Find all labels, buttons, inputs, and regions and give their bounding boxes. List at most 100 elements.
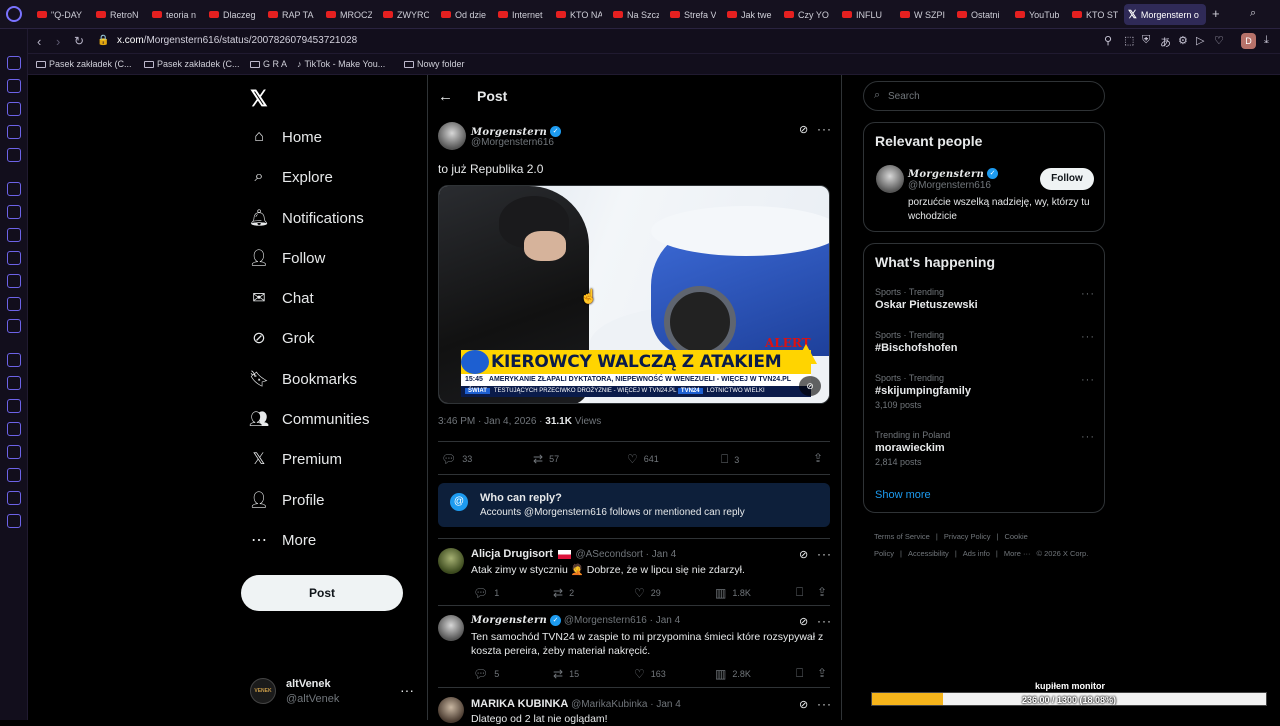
trend-name[interactable]: Oskar Pietuszewski [875,299,978,311]
like-button[interactable]: ♡ 163 [634,667,666,681]
search-tabs-icon[interactable]: ⌕ [1250,7,1256,20]
tab[interactable]: KTO NA [552,4,602,25]
shield-icon[interactable]: ⛨ [1142,34,1150,47]
sidebar-app-icon[interactable] [7,514,21,528]
nav-item-follow[interactable]: 👤︎ Follow [249,245,326,271]
account-name[interactable]: altVenek [286,678,331,690]
tab[interactable]: RetroN [92,4,142,25]
share-button[interactable]: ⇪ [817,585,827,599]
reply-button[interactable]: 💬︎ 33 [441,452,472,466]
player-icon[interactable]: ▷ [1196,34,1204,47]
back-arrow-icon[interactable]: ← [438,88,453,105]
footer-link[interactable]: Ads info [963,549,990,558]
tab[interactable]: INFLU [838,4,888,25]
x-logo-icon[interactable]: 𝕏 [250,86,268,112]
trend-more-icon[interactable]: ··· [1081,374,1095,386]
tab[interactable]: teoria n [148,4,198,25]
trend-name[interactable]: morawieckim [875,442,945,454]
sidebar-app-icon[interactable] [7,274,21,288]
tab[interactable]: Jak twe [723,4,773,25]
follow-button[interactable]: Follow [1040,168,1094,190]
author-avatar[interactable] [438,122,466,150]
tab[interactable]: Ostatni [953,4,1003,25]
account-more-icon[interactable]: ··· [400,682,414,698]
nav-item-premium[interactable]: 𝕏 Premium [250,446,342,472]
author-handle[interactable]: @Morgenstern616 [471,137,554,148]
views-button[interactable]: ▥ 2.8K [715,667,751,681]
tab[interactable]: W SZPI [896,4,946,25]
footer-link[interactable]: © 2026 X Corp. [1037,549,1089,558]
more-options-icon[interactable]: ··· [817,697,832,711]
sidebar-app-icon[interactable] [7,376,21,390]
url-field[interactable]: x.com/Morgenstern616/status/200782607945… [117,35,357,46]
show-more-link[interactable]: Show more [875,489,931,501]
reload-icon[interactable]: ↻ [74,34,84,48]
tab-active[interactable]: 𝕏 Morgenstern o [1124,4,1206,25]
bookmark-folder[interactable]: G R A [250,59,287,69]
tab[interactable]: "Q-DAY [33,4,83,25]
nav-item-grok[interactable]: ⊘ Grok [250,325,314,351]
share-button[interactable]: ⇪ [817,666,827,680]
sidebar-app-icon[interactable] [7,251,21,265]
back-icon[interactable]: ‹ [37,34,41,49]
account-avatar[interactable]: VENEK [250,678,276,704]
more-options-icon[interactable]: ··· [817,547,832,561]
profile-avatar[interactable]: D [1241,33,1256,49]
pin-icon[interactable]: ⚲ [1104,34,1112,47]
reply-button[interactable]: 💬︎ 1 [473,586,499,600]
repost-button[interactable]: ⇄ 57 [533,452,559,466]
bookmark-link[interactable]: ♪ TikTok - Make You... [297,59,385,69]
reply-button[interactable]: 💬︎ 5 [473,667,499,681]
sidebar-app-icon[interactable] [7,468,21,482]
tab[interactable]: YouTub [1011,4,1061,25]
reply-avatar[interactable] [438,548,464,574]
trend-more-icon[interactable]: ··· [1081,331,1095,343]
reply-avatar[interactable] [438,697,464,723]
sidebar-app-icon[interactable] [7,102,21,116]
bookmark-button[interactable]: ⎕ [796,585,803,600]
trend-more-icon[interactable]: ··· [1081,431,1095,443]
grok-icon[interactable]: ⊘ [799,123,808,136]
tab[interactable]: KTO ST [1068,4,1118,25]
relevant-person-name[interactable]: Morgenstern ✓ [908,165,999,180]
sidebar-app-icon[interactable] [7,148,21,162]
bookmark-button[interactable]: ⎕ 3 [721,452,739,467]
sidebar-app-icon[interactable] [7,297,21,311]
bookmark-folder[interactable]: Pasek zakładek (C... [36,59,132,69]
post-button[interactable]: Post [241,575,403,611]
tab[interactable]: RAP TA [264,4,314,25]
post-media[interactable]: ALERT KIEROWCY WALCZĄ Z ATAKIEM ZIMY 15:… [438,185,830,404]
grok-icon[interactable]: ⊘ [799,615,808,628]
sidebar-app-icon[interactable] [7,182,21,196]
trend-more-icon[interactable]: ··· [1081,288,1095,300]
tab[interactable]: Strefa V [666,4,716,25]
search-input[interactable]: ⌕ Search [863,81,1105,111]
sidebar-app-icon[interactable] [7,205,21,219]
grok-icon[interactable]: ⊘ [799,548,808,561]
tab[interactable]: Internet [494,4,544,25]
nav-item-profile[interactable]: 👤︎ Profile [249,487,325,513]
extensions-icon[interactable]: ⚙ [1178,34,1188,47]
nav-item-chat[interactable]: ✉ Chat [250,285,313,311]
sidebar-app-icon[interactable] [7,399,21,413]
views-button[interactable]: ▥ 1.8K [715,586,751,600]
trend-name[interactable]: #Bischofshofen [875,342,958,354]
share-button[interactable]: ⇪ [813,451,823,465]
repost-button[interactable]: ⇄ 15 [553,667,579,681]
tab[interactable]: Na Szcz [609,4,659,25]
tab[interactable]: Dlaczeg [205,4,255,25]
bookmark-folder[interactable]: Nowy folder [404,59,465,69]
like-button[interactable]: ♡ 641 [627,452,659,466]
forward-icon[interactable]: › [56,34,60,49]
repost-button[interactable]: ⇄ 2 [553,586,574,600]
media-grok-icon[interactable]: ⊘ [799,376,821,396]
footer-link[interactable]: Terms of Service [874,532,930,541]
heart-icon[interactable]: ♡ [1214,34,1224,47]
reply-avatar[interactable] [438,615,464,641]
trend-name[interactable]: #skijumpingfamily [875,385,971,397]
new-tab-icon[interactable]: + [1212,6,1220,21]
tab[interactable]: Czy YO [780,4,830,25]
nav-item-home[interactable]: ⌂ Home [250,124,322,150]
nav-item-communities[interactable]: 👥︎ Communities [249,406,370,432]
sidebar-app-icon[interactable] [7,445,21,459]
